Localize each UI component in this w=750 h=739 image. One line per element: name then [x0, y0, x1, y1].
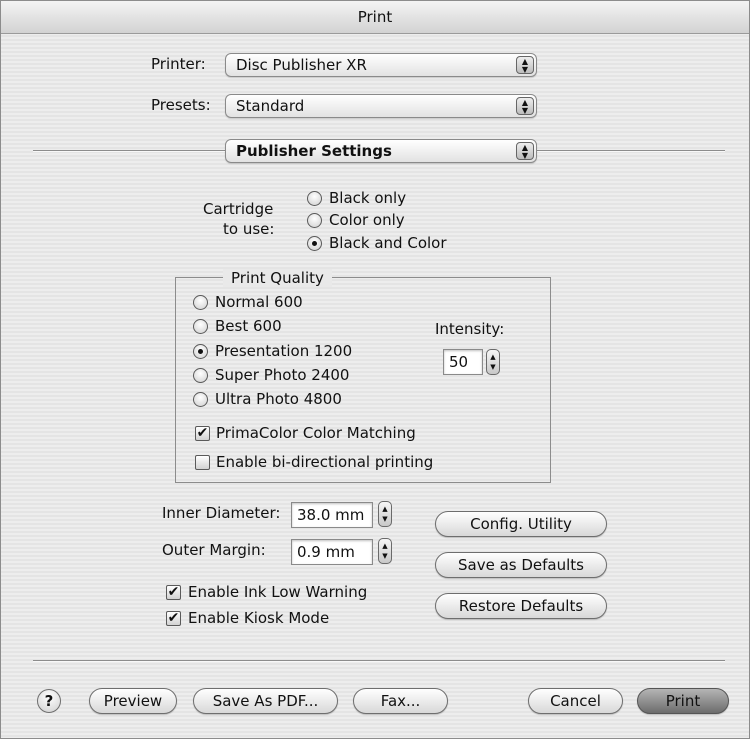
checkmark-icon: ✔ — [196, 425, 209, 441]
cartridge-label-2: to use: — [223, 220, 275, 238]
printer-value: Disc Publisher XR — [236, 56, 367, 74]
intensity-stepper[interactable]: ▲ ▼ — [486, 349, 500, 375]
primacolor-label: PrimaColor Color Matching — [216, 424, 416, 442]
radio-color-only-label: Color only — [329, 211, 405, 229]
presets-label: Presets: — [151, 96, 211, 114]
radio-ultra-photo-4800[interactable] — [193, 392, 208, 407]
inner-diameter-field[interactable]: 38.0 mm — [291, 502, 373, 528]
print-dialog: Print Printer: Disc Publisher XR ▲ ▼ Pres… — [0, 0, 750, 739]
print-quality-title: Print Quality — [223, 269, 332, 287]
radio-color-only[interactable] — [307, 213, 322, 228]
preview-button[interactable]: Preview — [89, 688, 177, 714]
outer-margin-label: Outer Margin: — [162, 541, 266, 559]
up-down-arrows-icon: ▲ ▼ — [516, 56, 534, 74]
radio-best-600-label: Best 600 — [215, 317, 282, 335]
radio-black-only-label: Black only — [329, 189, 407, 207]
print-button[interactable]: Print — [637, 688, 729, 714]
bottom-separator — [33, 660, 725, 662]
kiosk-label: Enable Kiosk Mode — [188, 609, 330, 627]
outer-margin-field[interactable]: 0.9 mm — [291, 539, 373, 565]
restore-defaults-button[interactable]: Restore Defaults — [435, 593, 607, 619]
save-defaults-button[interactable]: Save as Defaults — [435, 552, 607, 578]
config-utility-button[interactable]: Config. Utility — [435, 511, 607, 537]
radio-super-photo-2400-label: Super Photo 2400 — [215, 366, 350, 384]
window-title: Print — [1, 1, 749, 34]
help-icon[interactable]: ? — [37, 689, 61, 713]
radio-best-600[interactable] — [193, 319, 208, 334]
radio-normal-600[interactable] — [193, 295, 208, 310]
radio-super-photo-2400[interactable] — [193, 368, 208, 383]
printer-popup[interactable]: Disc Publisher XR ▲ ▼ — [225, 53, 537, 77]
outer-margin-stepper[interactable]: ▲ ▼ — [378, 538, 392, 564]
ink-low-checkbox[interactable]: ✔ — [166, 585, 181, 600]
radio-presentation-1200[interactable] — [193, 344, 208, 359]
panel-popup[interactable]: Publisher Settings ▲ ▼ — [225, 139, 537, 163]
intensity-field[interactable]: 50 — [443, 349, 483, 375]
fax-button[interactable]: Fax... — [353, 688, 448, 714]
cartridge-label: Cartridge — [203, 200, 274, 218]
presets-popup[interactable]: Standard ▲ ▼ — [225, 94, 537, 118]
checkmark-icon: ✔ — [167, 584, 180, 600]
inner-diameter-label: Inner Diameter: — [162, 504, 281, 522]
up-down-arrows-icon: ▲ ▼ — [516, 97, 534, 115]
primacolor-checkbox[interactable]: ✔ — [195, 426, 210, 441]
panel-value: Publisher Settings — [236, 142, 392, 160]
kiosk-checkbox[interactable]: ✔ — [166, 611, 181, 626]
bidirectional-checkbox[interactable] — [195, 455, 210, 470]
printer-label: Printer: — [151, 55, 206, 73]
radio-black-and-color[interactable] — [307, 236, 322, 251]
radio-presentation-1200-label: Presentation 1200 — [215, 342, 353, 360]
radio-black-only[interactable] — [307, 191, 322, 206]
up-down-arrows-icon: ▲ ▼ — [516, 142, 534, 160]
ink-low-label: Enable Ink Low Warning — [188, 583, 368, 601]
radio-black-and-color-label: Black and Color — [329, 234, 447, 252]
checkmark-icon: ✔ — [167, 610, 180, 626]
radio-ultra-photo-4800-label: Ultra Photo 4800 — [215, 390, 342, 408]
save-as-pdf-button[interactable]: Save As PDF... — [193, 688, 338, 714]
presets-value: Standard — [236, 97, 305, 115]
radio-normal-600-label: Normal 600 — [215, 293, 303, 311]
intensity-label: Intensity: — [435, 320, 505, 338]
cancel-button[interactable]: Cancel — [528, 688, 623, 714]
bidirectional-label: Enable bi-directional printing — [216, 453, 434, 471]
inner-diameter-stepper[interactable]: ▲ ▼ — [378, 501, 392, 527]
